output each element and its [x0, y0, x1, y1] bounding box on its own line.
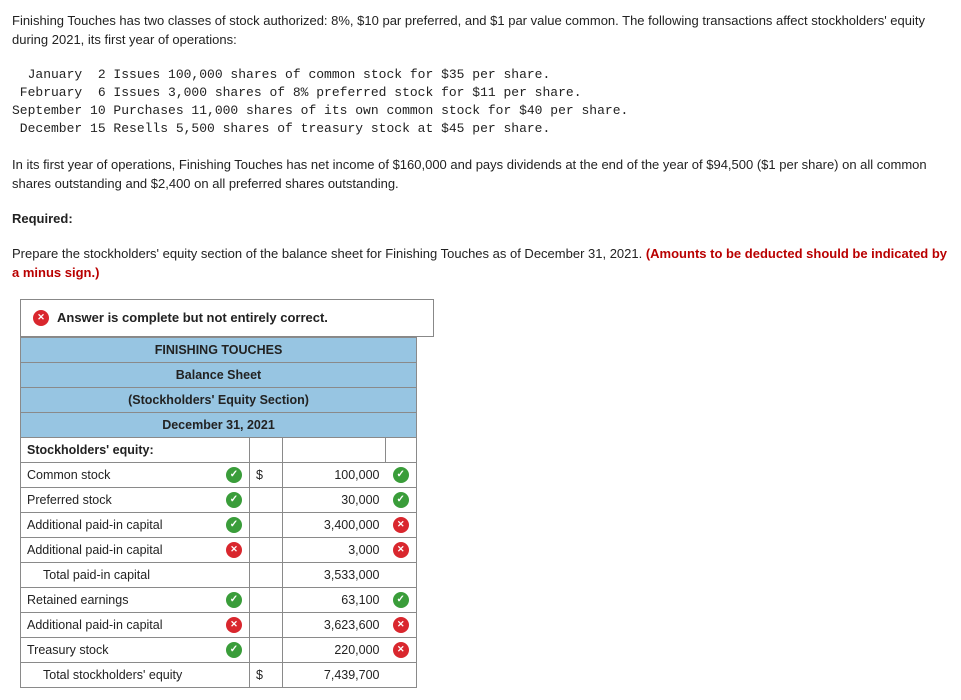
- row-currency-prefix: [250, 587, 283, 612]
- row-amount-status-icon: [386, 512, 417, 537]
- row-label[interactable]: Additional paid-in capital: [21, 537, 220, 562]
- row-currency-prefix: [250, 637, 283, 662]
- empty-cell: [283, 437, 386, 462]
- check-icon: [226, 492, 242, 508]
- answer-banner-text: Answer is complete but not entirely corr…: [57, 310, 328, 325]
- check-icon: [393, 492, 409, 508]
- row-currency-prefix: $: [250, 462, 283, 487]
- row-label[interactable]: Preferred stock: [21, 487, 220, 512]
- row-label[interactable]: Retained earnings: [21, 587, 220, 612]
- row-amount[interactable]: 3,533,000: [283, 562, 386, 587]
- row-amount[interactable]: 220,000: [283, 637, 386, 662]
- intro-paragraph-1: Finishing Touches has two classes of sto…: [12, 12, 949, 50]
- x-icon: [393, 642, 409, 658]
- row-amount-status-icon: [386, 487, 417, 512]
- sheet-header-title: Balance Sheet: [21, 362, 417, 387]
- row-amount[interactable]: 30,000: [283, 487, 386, 512]
- row-currency-prefix: $: [250, 662, 283, 687]
- row-amount[interactable]: 7,439,700: [283, 662, 386, 687]
- row-amount-status-icon: [386, 612, 417, 637]
- incorrect-icon: [33, 310, 49, 326]
- row-amount[interactable]: 100,000: [283, 462, 386, 487]
- row-amount-status-icon: [386, 537, 417, 562]
- row-label-status-icon: [219, 587, 250, 612]
- row-label[interactable]: Total stockholders' equity: [21, 662, 220, 687]
- check-icon: [393, 592, 409, 608]
- row-amount[interactable]: 63,100: [283, 587, 386, 612]
- row-label-status-icon: [219, 487, 250, 512]
- answer-status-banner: Answer is complete but not entirely corr…: [20, 299, 434, 337]
- row-currency-prefix: [250, 487, 283, 512]
- row-label-status-icon: [219, 562, 250, 587]
- x-icon: [393, 542, 409, 558]
- empty-cell: [386, 437, 417, 462]
- row-amount-status-icon: [386, 462, 417, 487]
- check-icon: [226, 592, 242, 608]
- row-amount[interactable]: 3,623,600: [283, 612, 386, 637]
- row-label-status-icon: [219, 512, 250, 537]
- required-text-a: Prepare the stockholders' equity section…: [12, 246, 646, 261]
- row-label-status-icon: [219, 462, 250, 487]
- row-currency-prefix: [250, 612, 283, 637]
- row-label[interactable]: Total paid-in capital: [21, 562, 220, 587]
- check-icon: [226, 467, 242, 483]
- required-label: Required:: [12, 210, 949, 229]
- sheet-header-date: December 31, 2021: [21, 412, 417, 437]
- check-icon: [226, 517, 242, 533]
- row-currency-prefix: [250, 537, 283, 562]
- intro-paragraph-2: In its first year of operations, Finishi…: [12, 156, 949, 194]
- row-label[interactable]: Additional paid-in capital: [21, 512, 220, 537]
- x-icon: [393, 517, 409, 533]
- sheet-header-section: (Stockholders' Equity Section): [21, 387, 417, 412]
- row-label-status-icon: [219, 637, 250, 662]
- balance-sheet-table: FINISHING TOUCHES Balance Sheet (Stockho…: [20, 337, 417, 688]
- sheet-header-company: FINISHING TOUCHES: [21, 337, 417, 362]
- row-label[interactable]: Common stock: [21, 462, 220, 487]
- transactions-preformatted: January 2 Issues 100,000 shares of commo…: [12, 66, 949, 139]
- row-currency-prefix: [250, 562, 283, 587]
- check-icon: [393, 467, 409, 483]
- x-icon: [226, 617, 242, 633]
- row-amount-status-icon: [386, 587, 417, 612]
- row-label[interactable]: Treasury stock: [21, 637, 220, 662]
- x-icon: [393, 617, 409, 633]
- row-amount-status-icon: [386, 637, 417, 662]
- row-amount-status-icon: [386, 562, 417, 587]
- row-amount[interactable]: 3,400,000: [283, 512, 386, 537]
- check-icon: [226, 642, 242, 658]
- row-label-status-icon: [219, 612, 250, 637]
- required-paragraph: Prepare the stockholders' equity section…: [12, 245, 949, 283]
- x-icon: [226, 542, 242, 558]
- row-amount-status-icon: [386, 662, 417, 687]
- empty-cell: [250, 437, 283, 462]
- row-currency-prefix: [250, 512, 283, 537]
- section-label: Stockholders' equity:: [21, 437, 250, 462]
- row-label[interactable]: Additional paid-in capital: [21, 612, 220, 637]
- row-label-status-icon: [219, 662, 250, 687]
- row-label-status-icon: [219, 537, 250, 562]
- row-amount[interactable]: 3,000: [283, 537, 386, 562]
